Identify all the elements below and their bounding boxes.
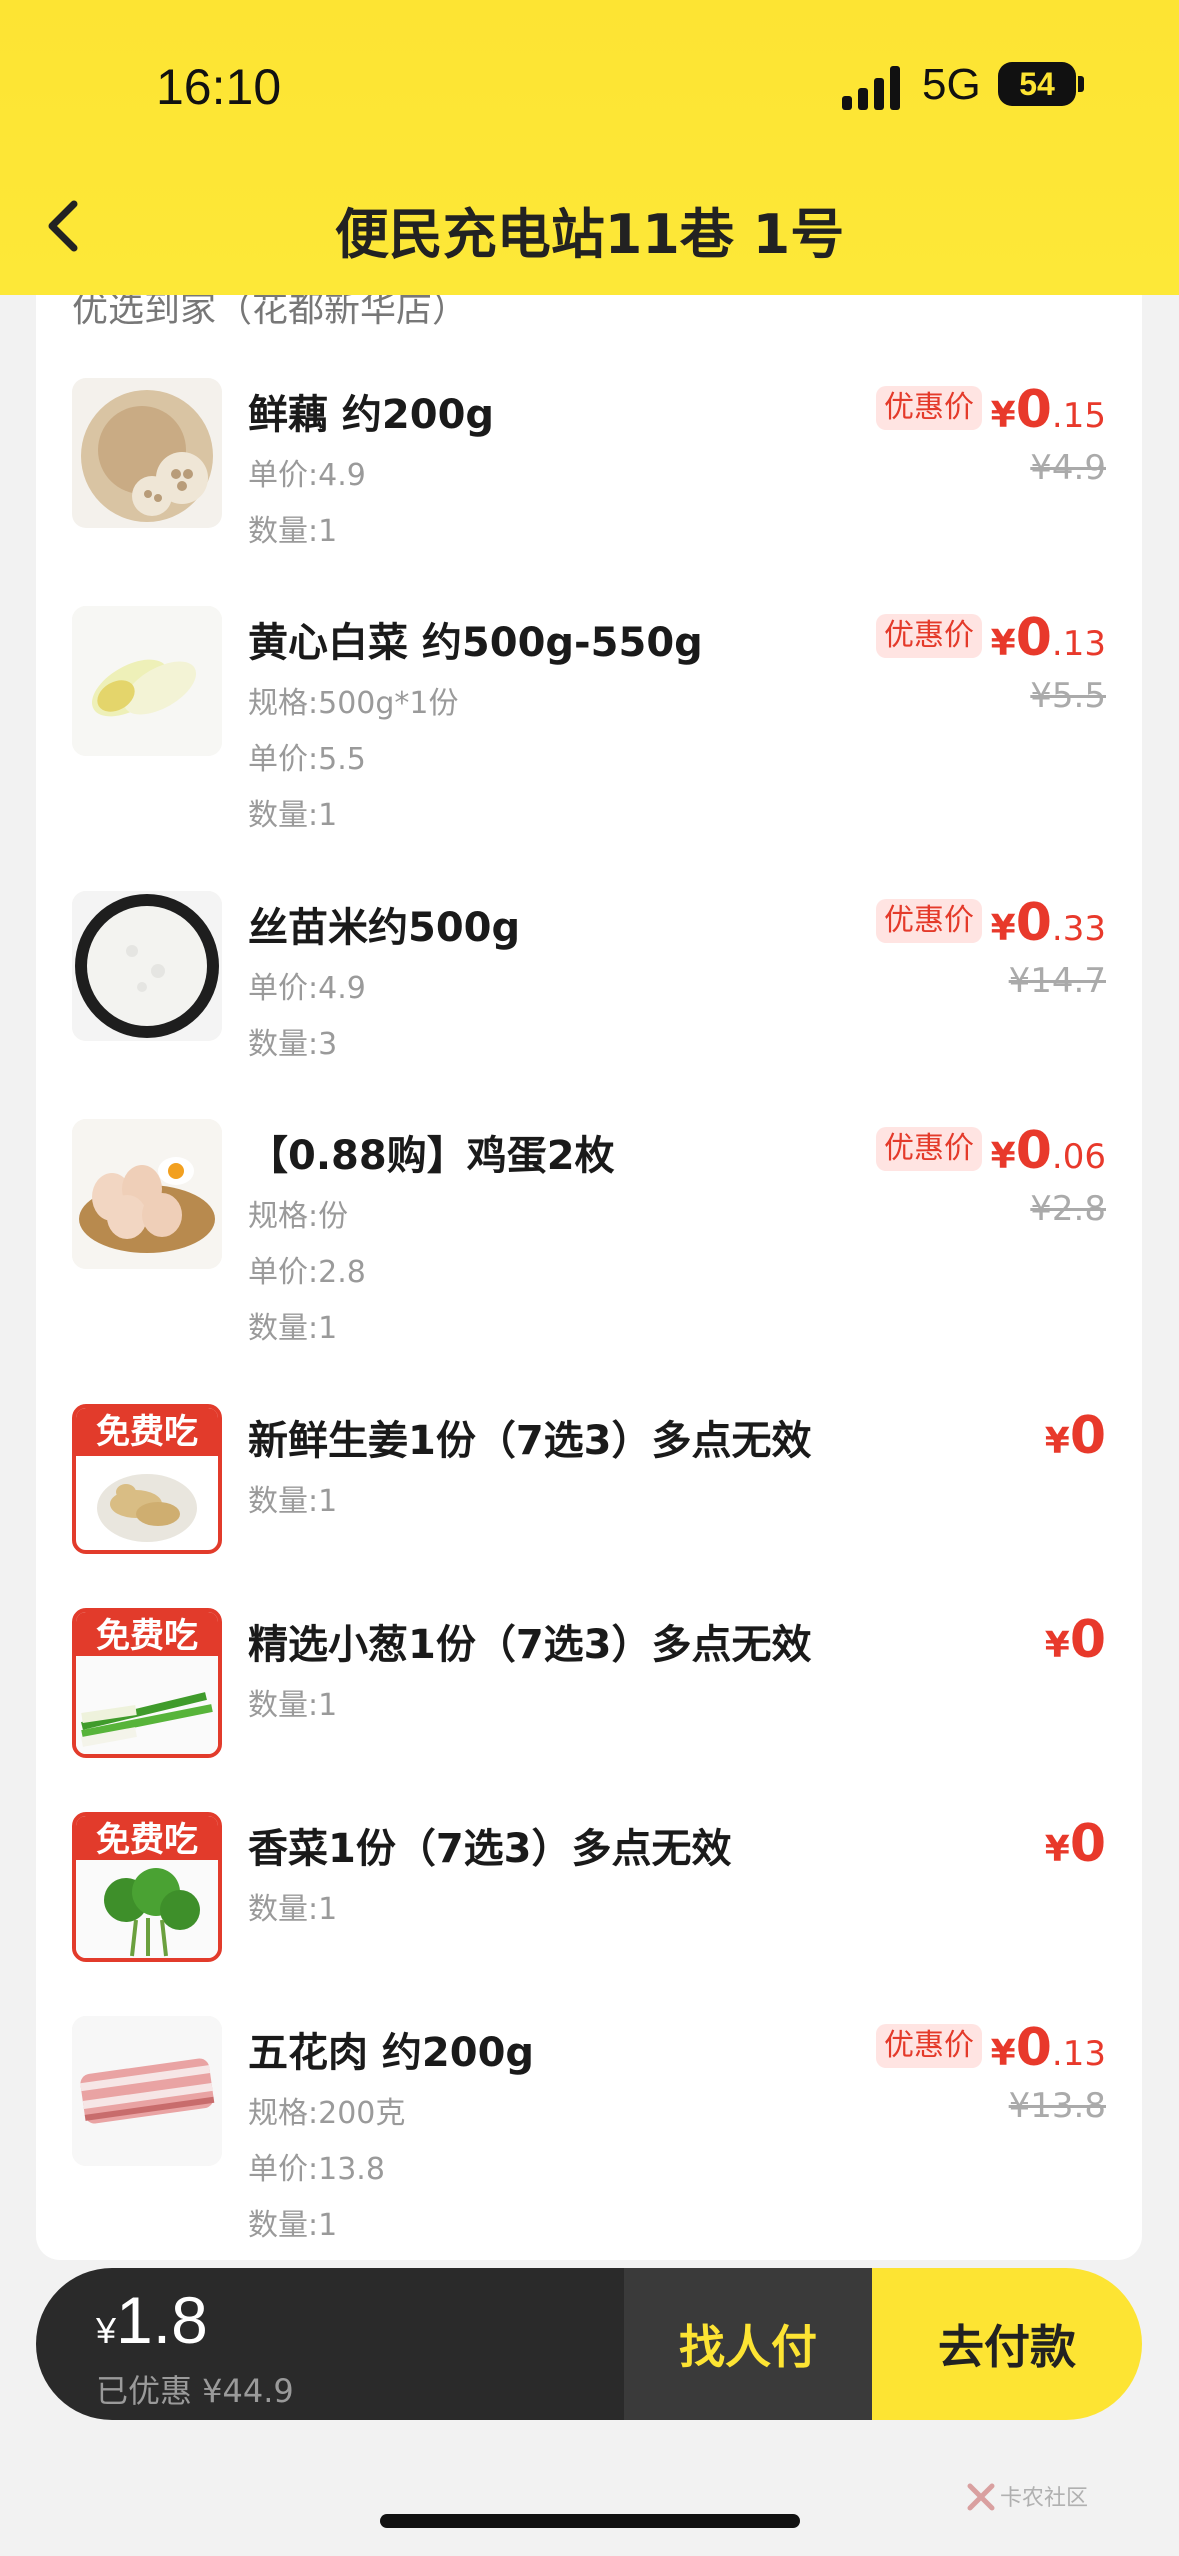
price: ¥0.15 bbox=[990, 380, 1106, 440]
saved-amount: 已优惠 ¥44.9 bbox=[96, 2372, 294, 2410]
price: ¥0 bbox=[1044, 1406, 1106, 1466]
promo-badge: 优惠价 bbox=[876, 899, 982, 943]
quantity: 数量:1 bbox=[248, 1311, 338, 1346]
product-name: 【0.88购】鸡蛋2枚 bbox=[248, 1133, 615, 1179]
product-name: 鲜藕 约200g bbox=[248, 392, 495, 438]
price: ¥0 bbox=[1044, 1610, 1106, 1670]
product-name: 丝苗米约500g bbox=[248, 905, 521, 951]
quantity: 数量:3 bbox=[248, 1027, 338, 1062]
product-name: 五花肉 约200g bbox=[248, 2030, 535, 2076]
network-type: 5G bbox=[922, 60, 981, 109]
free-badge: 免费吃 bbox=[76, 1816, 218, 1864]
watermark: 卡农社区 bbox=[1000, 2486, 1089, 2511]
product-image: 免费吃 bbox=[72, 1404, 222, 1554]
original-price: ¥5.5 bbox=[1030, 676, 1106, 716]
price: ¥0.06 bbox=[990, 1121, 1106, 1181]
total-panel: ¥1.8 已优惠 ¥44.9 bbox=[36, 2268, 624, 2420]
quantity: 数量:1 bbox=[248, 798, 338, 833]
spec: 规格:200克 bbox=[248, 2096, 406, 2131]
product-image: 免费吃 bbox=[72, 1608, 222, 1758]
product-image bbox=[72, 378, 222, 528]
order-card: 优选到家（花都新华店） 鲜藕 约200g 单价:4.9 数量:1 优惠价 ¥0.… bbox=[36, 260, 1142, 2260]
ask-friend-pay-button[interactable]: 找人付 bbox=[624, 2268, 872, 2420]
quantity: 数量:1 bbox=[248, 1484, 338, 1519]
unit-price: 单价:4.9 bbox=[248, 971, 366, 1006]
quantity: 数量:1 bbox=[248, 1892, 338, 1927]
price: ¥0.13 bbox=[990, 608, 1106, 668]
quantity: 数量:1 bbox=[248, 514, 338, 549]
home-indicator[interactable] bbox=[380, 2514, 800, 2528]
unit-price: 单价:4.9 bbox=[248, 458, 366, 493]
product-image: 免费吃 bbox=[72, 1812, 222, 1962]
promo-badge: 优惠价 bbox=[876, 2024, 982, 2068]
unit-price: 单价:5.5 bbox=[248, 742, 366, 777]
pay-button[interactable]: 去付款 bbox=[872, 2268, 1142, 2420]
unit-price: 单价:13.8 bbox=[248, 2152, 385, 2187]
free-badge: 免费吃 bbox=[76, 1612, 218, 1660]
battery-icon: 54 bbox=[998, 62, 1076, 106]
promo-badge: 优惠价 bbox=[876, 386, 982, 430]
checkout-bar: ¥1.8 已优惠 ¥44.9 找人付 去付款 bbox=[36, 2268, 1142, 2420]
unit-price: 单价:2.8 bbox=[248, 1255, 366, 1290]
original-price: ¥13.8 bbox=[1008, 2086, 1106, 2126]
spec: 规格:500g*1份 bbox=[248, 686, 459, 721]
battery-tip bbox=[1078, 76, 1084, 92]
original-price: ¥4.9 bbox=[1030, 448, 1106, 488]
price: ¥0.33 bbox=[990, 893, 1106, 953]
watermark-logo-icon bbox=[967, 2483, 995, 2511]
app-header: 16:10 5G 54 便民充电站11巷 1号 bbox=[0, 0, 1179, 295]
free-badge: 免费吃 bbox=[76, 1408, 218, 1456]
status-time: 16:10 bbox=[156, 59, 282, 115]
product-name: 香菜1份（7选3）多点无效 bbox=[248, 1826, 732, 1872]
page-title: 便民充电站11巷 1号 bbox=[334, 203, 845, 266]
original-price: ¥14.7 bbox=[1008, 961, 1106, 1001]
product-name: 精选小葱1份（7选3）多点无效 bbox=[248, 1622, 812, 1668]
price: ¥0.13 bbox=[990, 2018, 1106, 2078]
price: ¥0 bbox=[1044, 1814, 1106, 1874]
total-amount: ¥1.8 bbox=[96, 2283, 208, 2357]
original-price: ¥2.8 bbox=[1030, 1189, 1106, 1229]
quantity: 数量:1 bbox=[248, 1688, 338, 1723]
product-image bbox=[72, 891, 222, 1041]
product-image bbox=[72, 1119, 222, 1269]
promo-badge: 优惠价 bbox=[876, 614, 982, 658]
product-name: 新鲜生姜1份（7选3）多点无效 bbox=[248, 1418, 812, 1464]
quantity: 数量:1 bbox=[248, 2208, 338, 2243]
spec: 规格:份 bbox=[248, 1199, 349, 1234]
signal-icon bbox=[842, 66, 902, 110]
product-name: 黄心白菜 约500g-550g bbox=[248, 620, 703, 666]
product-image bbox=[72, 2016, 222, 2166]
promo-badge: 优惠价 bbox=[876, 1127, 982, 1171]
product-image bbox=[72, 606, 222, 756]
